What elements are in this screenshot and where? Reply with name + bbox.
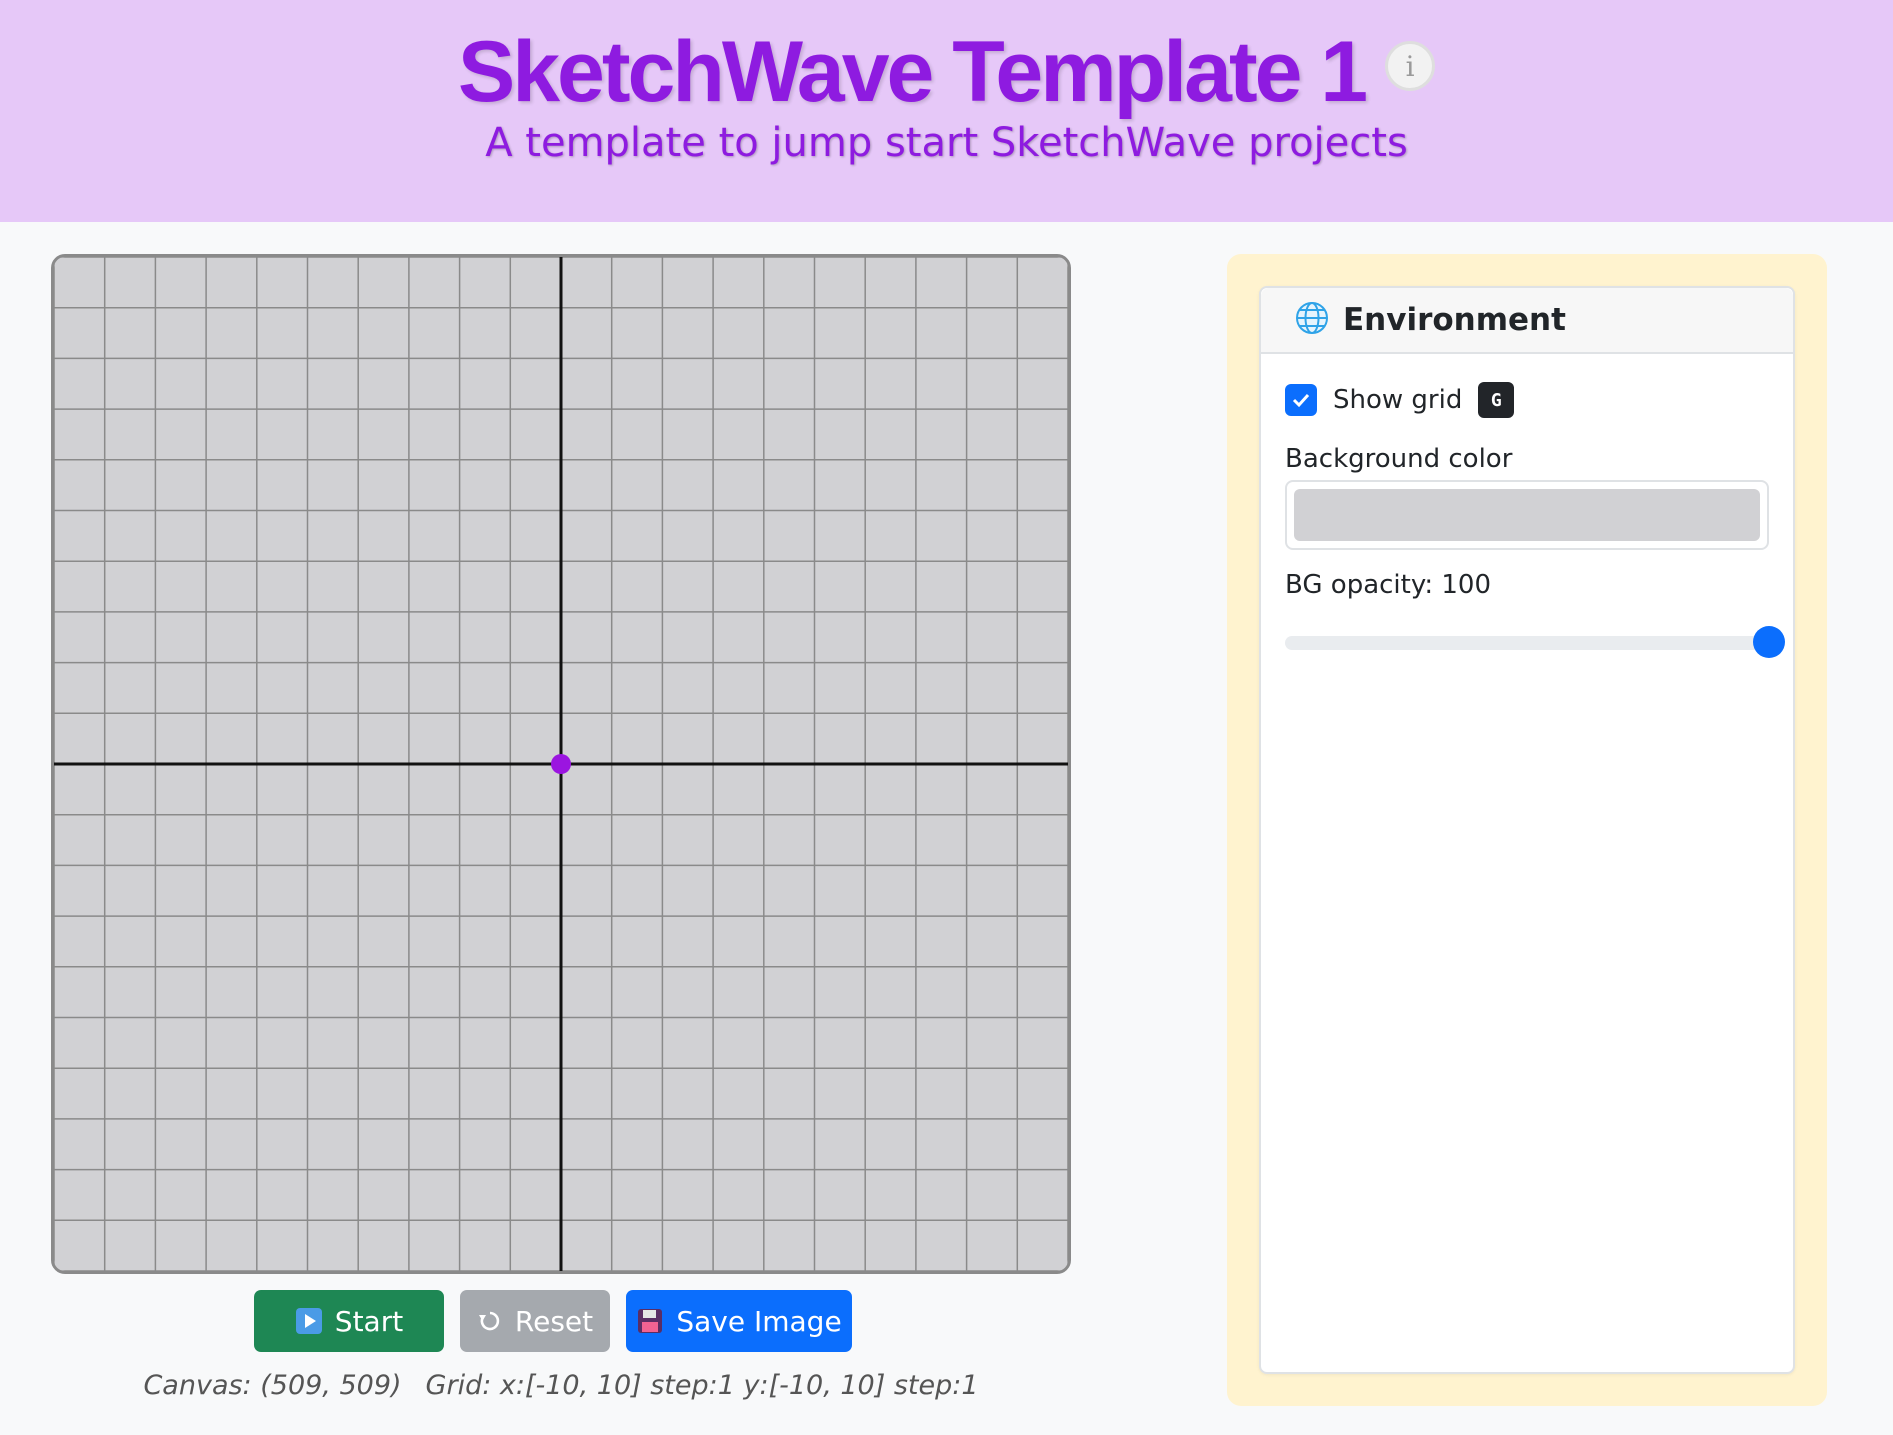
slider-track [1285, 636, 1769, 650]
save-image-button-label: Save Image [676, 1304, 842, 1338]
shortcut-badge: G [1478, 382, 1515, 418]
bg-opacity-slider[interactable] [1285, 622, 1785, 662]
title-row: SketchWave Template 1 i [0, 22, 1893, 122]
checkmark-icon [1292, 393, 1310, 408]
color-swatch [1294, 489, 1760, 541]
environment-card: Environment Show grid G Background color… [1259, 286, 1795, 1374]
show-grid-checkbox[interactable] [1285, 384, 1317, 416]
canvas-size-text: Canvas: (509, 509) [143, 1370, 402, 1401]
info-icon[interactable]: i [1385, 41, 1436, 91]
bg-opacity-label: BG opacity: 100 [1285, 570, 1491, 600]
drawing-canvas[interactable] [51, 254, 1071, 1274]
toolbar: Start Reset Save Image [254, 1290, 852, 1352]
show-grid-row: Show grid G [1285, 380, 1515, 420]
floppy-disk-icon [636, 1307, 664, 1335]
grid-svg[interactable] [54, 257, 1068, 1271]
page-title: SketchWave Template 1 [457, 23, 1368, 120]
start-button[interactable]: Start [254, 1290, 444, 1352]
background-color-picker[interactable] [1285, 480, 1769, 550]
show-grid-label: Show grid [1333, 385, 1463, 415]
page-header: SketchWave Template 1 i A template to ju… [0, 0, 1893, 222]
reset-button[interactable]: Reset [460, 1290, 610, 1352]
reset-icon [477, 1308, 503, 1334]
save-image-button[interactable]: Save Image [626, 1290, 852, 1352]
page-subtitle: A template to jump start SketchWave proj… [485, 120, 1408, 166]
side-panel: Environment Show grid G Background color… [1227, 254, 1827, 1406]
globe-icon [1295, 301, 1329, 339]
environment-card-header: Environment [1261, 288, 1793, 354]
environment-title: Environment [1343, 302, 1566, 338]
status-bar: Canvas: (509, 509) Grid: x:[-10, 10] step… [0, 1370, 1122, 1401]
reset-button-label: Reset [514, 1304, 594, 1338]
grid-info-text: Grid: x:[-10, 10] step:1 y:[-10, 10] ste… [425, 1370, 979, 1401]
slider-thumb[interactable] [1753, 626, 1785, 658]
background-color-label: Background color [1285, 444, 1513, 474]
origin-point[interactable] [551, 754, 571, 774]
start-button-label: Start [334, 1304, 404, 1338]
play-icon [295, 1307, 323, 1335]
